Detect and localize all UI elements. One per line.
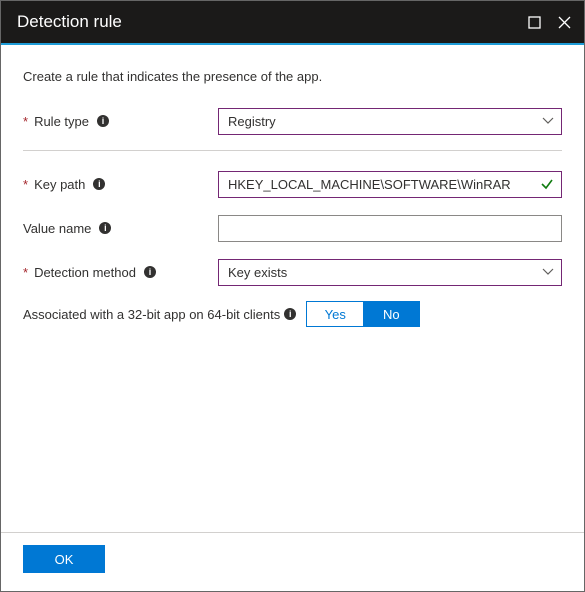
rule-type-label: * Rule type i (23, 114, 218, 129)
rule-type-field (218, 108, 562, 135)
label-text: Key path (34, 177, 85, 192)
panel-footer: OK (1, 532, 584, 591)
toggle-no[interactable]: No (363, 302, 419, 326)
yes-no-toggle: Yes No (306, 301, 420, 327)
section-divider (23, 150, 562, 151)
assoc-32bit-row: Associated with a 32-bit app on 64-bit c… (23, 301, 562, 327)
label-text: Detection method (34, 265, 136, 280)
info-icon[interactable]: i (144, 266, 156, 278)
info-icon[interactable]: i (99, 222, 111, 234)
label-text: Associated with a 32-bit app on 64-bit c… (23, 307, 280, 322)
key-path-field (218, 171, 562, 198)
detection-method-label: * Detection method i (23, 265, 218, 280)
maximize-icon[interactable] (526, 14, 542, 30)
info-icon[interactable]: i (284, 308, 296, 320)
value-name-input[interactable] (218, 215, 562, 242)
info-icon[interactable]: i (93, 178, 105, 190)
value-name-field (218, 215, 562, 242)
panel-header: Detection rule (1, 1, 584, 43)
required-indicator: * (23, 114, 28, 129)
panel-title: Detection rule (17, 12, 526, 32)
required-indicator: * (23, 177, 28, 192)
header-controls (526, 14, 572, 30)
detection-rule-panel: Detection rule Create a rule that indica… (0, 0, 585, 592)
value-name-row: Value name i (23, 213, 562, 243)
close-icon[interactable] (556, 14, 572, 30)
key-path-input[interactable] (218, 171, 562, 198)
label-text: Value name (23, 221, 91, 236)
info-icon[interactable]: i (97, 115, 109, 127)
checkmark-icon (540, 177, 554, 191)
panel-content: Create a rule that indicates the presenc… (1, 45, 584, 532)
required-indicator: * (23, 265, 28, 280)
ok-button[interactable]: OK (23, 545, 105, 573)
instruction-text: Create a rule that indicates the presenc… (23, 69, 562, 84)
label-text: Rule type (34, 114, 89, 129)
key-path-label: * Key path i (23, 177, 218, 192)
rule-type-select[interactable] (218, 108, 562, 135)
detection-method-row: * Detection method i (23, 257, 562, 287)
assoc-32bit-label: Associated with a 32-bit app on 64-bit c… (23, 307, 296, 322)
detection-method-field (218, 259, 562, 286)
value-name-label: Value name i (23, 221, 218, 236)
detection-method-select[interactable] (218, 259, 562, 286)
key-path-row: * Key path i (23, 169, 562, 199)
toggle-yes[interactable]: Yes (307, 302, 363, 326)
rule-type-row: * Rule type i (23, 106, 562, 136)
